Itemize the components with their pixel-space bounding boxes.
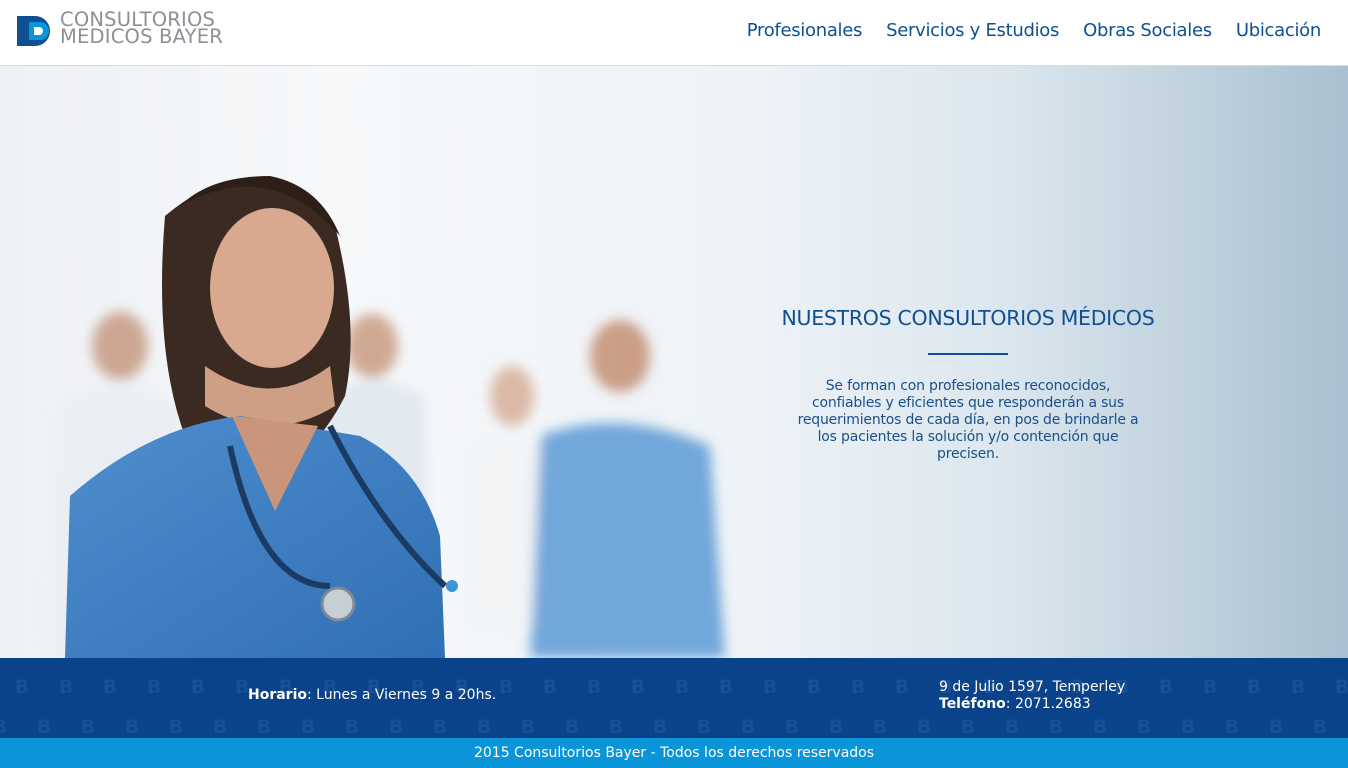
opening-hours: Horario: Lunes a Viernes 9 a 20hs.: [248, 687, 496, 703]
hero-title: NUESTROS CONSULTORIOS MÉDICOS: [781, 306, 1155, 330]
phone-value: : 2071.2683: [1005, 696, 1091, 712]
hero-banner: NUESTROS CONSULTORIOS MÉDICOS Se forman …: [0, 66, 1348, 658]
logo-pattern-row: BBBBBBBBBBBBBBBBBBBBBBBBBBBBBBB: [14, 676, 1348, 698]
nav-link-ubicacion[interactable]: Ubicación: [1236, 18, 1321, 44]
logo-pattern-row: BBBBBBBBBBBBBBBBBBBBBBBBBBBBBBB: [0, 716, 1328, 738]
hours-value: : Lunes a Viernes 9 a 20hs.: [307, 687, 497, 703]
hero-description: Se forman con profesionales reconocidos,…: [797, 378, 1139, 462]
nav-link-obras-sociales[interactable]: Obras Sociales: [1083, 18, 1212, 44]
phone-label: Teléfono: [939, 696, 1006, 712]
phone-line: Teléfono: 2071.2683: [939, 696, 1125, 713]
medical-staff-photo: [50, 176, 725, 658]
nav-link-profesionales[interactable]: Profesionales: [747, 18, 863, 44]
address-line: 9 de Julio 1597, Temperley: [939, 679, 1126, 695]
contact-band: BBBBBBBBBBBBBBBBBBBBBBBBBBBBBBB BBBBBBBB…: [0, 658, 1348, 738]
logo-wordmark: CONSULTORIOS MEDICOS BAYER: [60, 10, 224, 48]
main-nav: Profesionales Servicios y Estudios Obras…: [747, 18, 1322, 44]
copyright-bar: 2015 Consultorios Bayer - Todos los dere…: [0, 738, 1348, 768]
address-block: 9 de Julio 1597, Temperley Teléfono: 207…: [939, 679, 1125, 713]
hero-copy: NUESTROS CONSULTORIOS MÉDICOS Se forman …: [768, 306, 1168, 463]
b-logo-icon: [17, 16, 50, 46]
hours-label: Horario: [248, 687, 308, 703]
hero-divider: [928, 353, 1008, 355]
logo-line-2: MEDICOS BAYER: [60, 25, 224, 48]
site-header: CONSULTORIOS MEDICOS BAYER Profesionales…: [0, 0, 1348, 66]
nav-link-servicios[interactable]: Servicios y Estudios: [886, 18, 1059, 44]
site-logo[interactable]: CONSULTORIOS MEDICOS BAYER: [15, 10, 265, 51]
